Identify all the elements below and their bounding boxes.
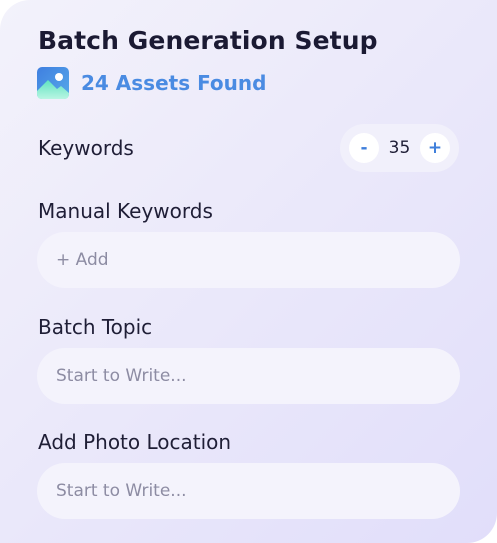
photo-location-label: Add Photo Location: [38, 430, 232, 454]
assets-found-count: 24 Assets Found: [81, 71, 267, 95]
manual-keywords-label: Manual Keywords: [38, 199, 213, 223]
keywords-label: Keywords: [38, 136, 134, 160]
batch-topic-input[interactable]: Start to Write...: [37, 348, 460, 404]
keywords-count: 35: [388, 138, 411, 158]
keywords-stepper[interactable]: - 35 +: [340, 124, 459, 172]
image-icon: [37, 67, 69, 99]
batch-topic-label: Batch Topic: [38, 315, 153, 339]
batch-setup-panel: Batch Generation Setup 24 Assets Found K…: [0, 0, 497, 543]
assets-found-row: 24 Assets Found: [37, 67, 266, 99]
panel-title: Batch Generation Setup: [38, 26, 378, 55]
manual-keywords-input[interactable]: + Add: [37, 232, 460, 288]
decrement-button[interactable]: -: [349, 133, 379, 163]
photo-location-input[interactable]: Start to Write...: [37, 463, 460, 519]
increment-button[interactable]: +: [420, 133, 450, 163]
